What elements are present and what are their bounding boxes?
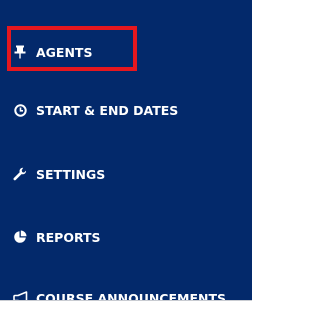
menu-item-agents[interactable]: AGENTS [0,32,252,72]
megaphone-icon [11,289,29,307]
divider [0,300,252,301]
menu-item-label: AGENTS [36,44,93,60]
pie-chart-icon [11,228,29,246]
menu-item-label: SETTINGS [36,166,106,182]
menu-item-course-announcements[interactable]: COURSE ANNOUNCEMENTS [0,278,252,318]
menu-item-start-end-dates[interactable]: START & END DATES [0,90,252,130]
menu-item-label: COURSE ANNOUNCEMENTS [36,290,226,306]
menu-item-label: START & END DATES [36,102,179,118]
wrench-icon [11,165,29,183]
pin-icon [11,43,29,61]
menu-item-settings[interactable]: SETTINGS [0,154,252,194]
menu-item-label: REPORTS [36,229,101,245]
sidebar-panel: AGENTS START & END DATES SETTINGS REPORT… [0,0,252,306]
clock-icon [11,101,29,119]
menu-item-reports[interactable]: REPORTS [0,217,252,257]
